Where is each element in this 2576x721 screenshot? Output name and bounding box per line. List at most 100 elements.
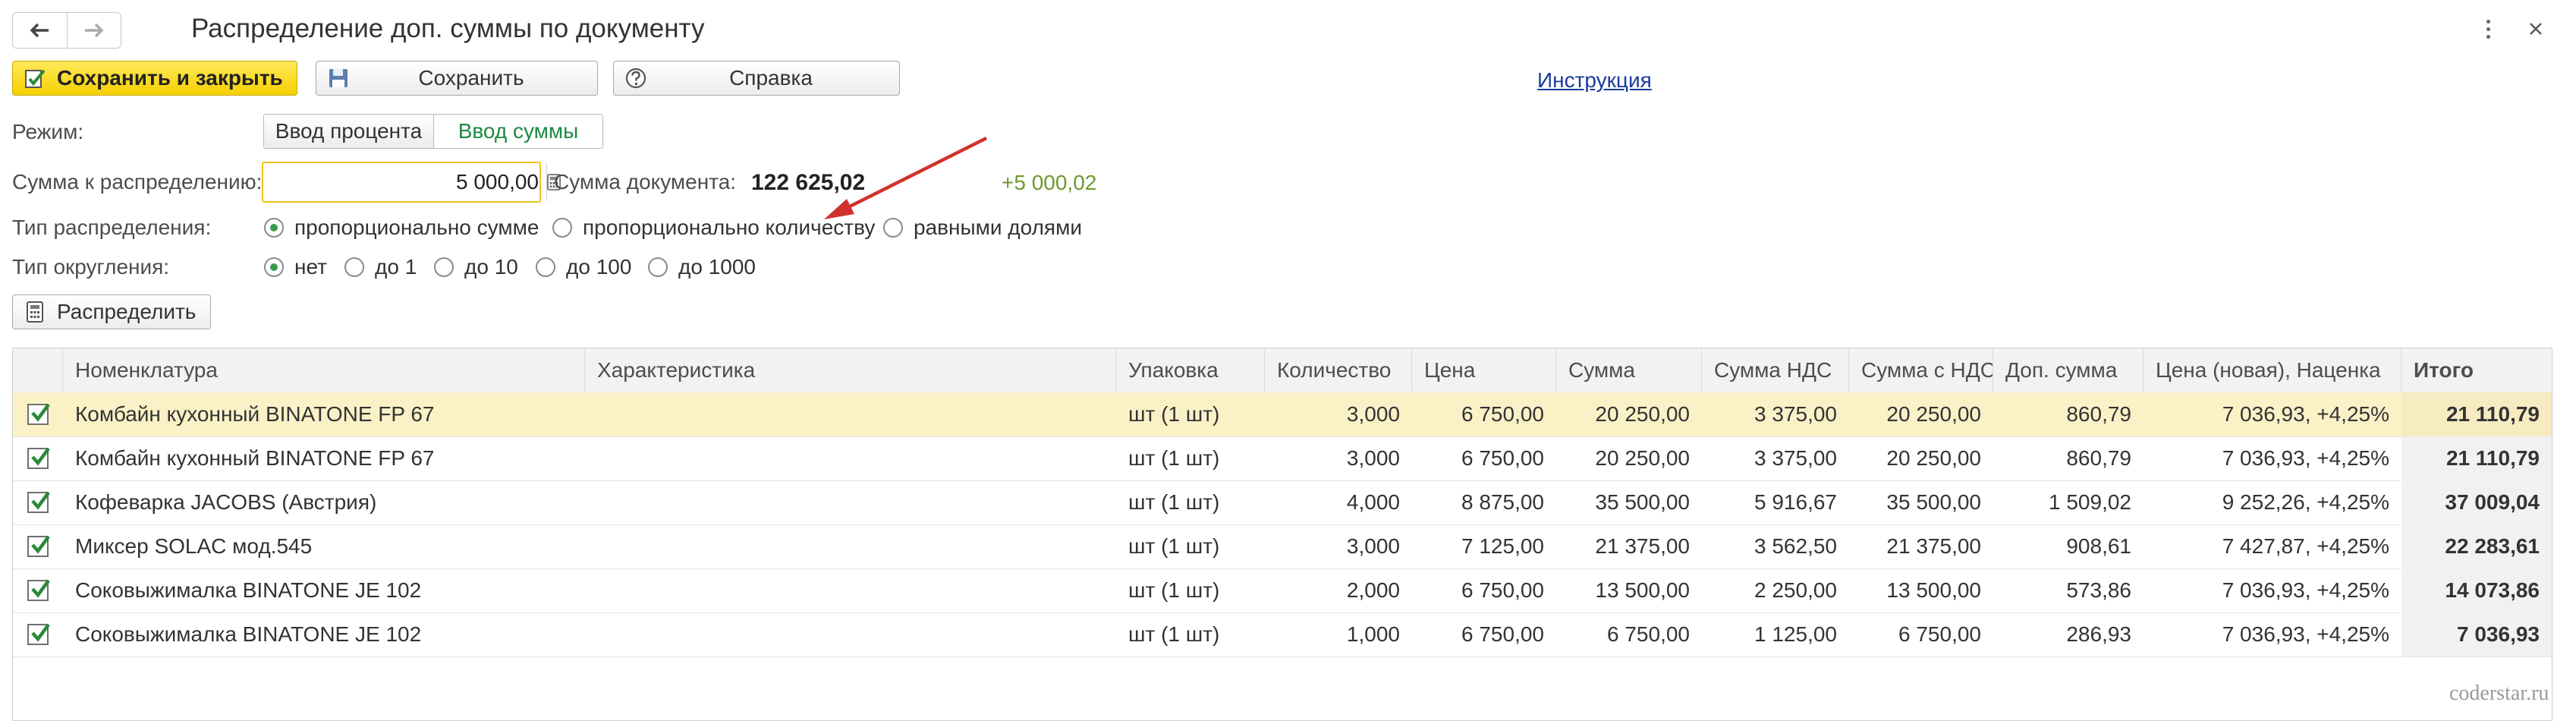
radio-label: до 1 bbox=[375, 255, 417, 279]
help-button[interactable]: Справка bbox=[613, 61, 900, 96]
quantity-cell: 2,000 bbox=[1346, 578, 1400, 602]
column-header-nomenclature[interactable]: Номенклатура bbox=[63, 348, 585, 392]
extra-sum-cell: 860,79 bbox=[2066, 446, 2131, 470]
row-checkbox[interactable] bbox=[27, 579, 50, 601]
row-checkbox[interactable] bbox=[27, 403, 50, 425]
column-header-quantity[interactable]: Количество bbox=[1265, 348, 1412, 392]
column-header-sum-with-vat[interactable]: Сумма с НДС bbox=[1849, 348, 1993, 392]
radio-label: до 100 bbox=[566, 255, 632, 279]
sum-with-vat-cell: 20 250,00 bbox=[1886, 446, 1981, 470]
checkmark-icon bbox=[31, 535, 50, 554]
sum-cell: 20 250,00 bbox=[1595, 402, 1690, 426]
quantity-cell: 3,000 bbox=[1346, 446, 1400, 470]
row-checkbox[interactable] bbox=[27, 447, 50, 469]
forward-button[interactable] bbox=[66, 13, 121, 48]
row-checkbox-cell bbox=[13, 568, 63, 612]
radio-label: до 10 bbox=[464, 255, 518, 279]
extra-sum-cell: 860,79 bbox=[2066, 402, 2131, 426]
new-price-cell: 7 036,93, +4,25% bbox=[2222, 446, 2389, 470]
total-cell: 7 036,93 bbox=[2401, 612, 2552, 656]
characteristic-cell bbox=[585, 612, 1116, 656]
quantity-cell: 3,000 bbox=[1346, 402, 1400, 426]
column-header-price[interactable]: Цена bbox=[1412, 348, 1556, 392]
close-icon[interactable] bbox=[2521, 14, 2551, 44]
sum-input[interactable] bbox=[263, 163, 546, 201]
save-button[interactable]: Сохранить bbox=[316, 61, 598, 96]
radio-empty-icon bbox=[434, 257, 454, 277]
history-navigation bbox=[12, 12, 121, 49]
characteristic-cell bbox=[585, 436, 1116, 480]
sum-input-wrapper bbox=[262, 162, 561, 203]
save-and-close-button[interactable]: Сохранить и закрыть bbox=[12, 61, 297, 96]
table-row[interactable]: Комбайн кухонный BINATONE FP 67 шт (1 шт)… bbox=[13, 436, 2552, 481]
mode-percent-option[interactable]: Ввод процента bbox=[264, 115, 434, 148]
column-header-characteristic[interactable]: Характеристика bbox=[585, 348, 1116, 392]
watermark: coderstar.ru bbox=[2449, 682, 2549, 705]
rounding-option-1[interactable]: до 1 bbox=[344, 253, 417, 281]
column-header-extra-sum[interactable]: Доп. сумма bbox=[1993, 348, 2144, 392]
characteristic-cell bbox=[585, 480, 1116, 524]
price-cell: 6 750,00 bbox=[1461, 622, 1544, 646]
new-price-cell: 7 036,93, +4,25% bbox=[2222, 402, 2389, 426]
distribution-option-by-sum[interactable]: пропорционально сумме bbox=[264, 214, 539, 241]
sum-with-vat-cell: 13 500,00 bbox=[1886, 578, 1981, 602]
table-row[interactable]: Соковыжималка BINATONE JE 102 шт (1 шт) 2,… bbox=[13, 568, 2552, 613]
sum-cell: 21 375,00 bbox=[1595, 534, 1690, 558]
rounding-option-1000[interactable]: до 1000 bbox=[648, 253, 756, 281]
radio-empty-icon bbox=[536, 257, 555, 277]
rounding-option-none[interactable]: нет bbox=[264, 253, 327, 281]
rounding-option-10[interactable]: до 10 bbox=[434, 253, 518, 281]
table-row[interactable]: Комбайн кухонный BINATONE FP 67 шт (1 шт)… bbox=[13, 392, 2552, 437]
rounding-option-100[interactable]: до 100 bbox=[536, 253, 631, 281]
dialog-window: Распределение доп. суммы по документу Со… bbox=[0, 0, 2576, 721]
sum-with-vat-cell: 20 250,00 bbox=[1886, 402, 1981, 426]
radio-label: пропорционально сумме bbox=[294, 216, 539, 239]
radio-selected-icon bbox=[264, 257, 284, 277]
total-cell: 14 073,86 bbox=[2401, 568, 2552, 612]
nomenclature-cell: Миксер SOLAC мод.545 bbox=[75, 534, 313, 558]
column-header-total[interactable]: Итого bbox=[2401, 348, 2552, 392]
characteristic-cell bbox=[585, 524, 1116, 568]
quantity-cell: 3,000 bbox=[1346, 534, 1400, 558]
save-label: Сохранить bbox=[418, 66, 524, 90]
radio-empty-icon bbox=[648, 257, 668, 277]
row-checkbox-cell bbox=[13, 480, 63, 524]
distribute-button[interactable]: Распределить bbox=[12, 294, 211, 329]
radio-label: до 1000 bbox=[678, 255, 756, 279]
column-header-sum[interactable]: Сумма bbox=[1556, 348, 1702, 392]
column-header-vat-sum[interactable]: Сумма НДС bbox=[1702, 348, 1849, 392]
column-header-new-price[interactable]: Цена (новая), Наценка bbox=[2144, 348, 2401, 392]
table-row[interactable]: Соковыжималка BINATONE JE 102 шт (1 шт) 1,… bbox=[13, 612, 2552, 657]
characteristic-cell bbox=[585, 568, 1116, 612]
sum-cell: 6 750,00 bbox=[1607, 622, 1690, 646]
nomenclature-cell: Комбайн кухонный BINATONE FP 67 bbox=[75, 446, 435, 470]
sum-cell: 13 500,00 bbox=[1595, 578, 1690, 602]
row-checkbox[interactable] bbox=[27, 491, 50, 513]
row-checkbox-cell bbox=[13, 612, 63, 656]
mode-switch: Ввод процента Ввод суммы bbox=[263, 114, 603, 149]
new-price-cell: 7 427,87, +4,25% bbox=[2222, 534, 2389, 558]
new-price-cell: 9 252,26, +4,25% bbox=[2222, 490, 2389, 514]
back-button[interactable] bbox=[13, 13, 67, 48]
checkmark-icon bbox=[31, 579, 50, 598]
table-row[interactable]: Миксер SOLAC мод.545 шт (1 шт) 3,000 7 125,… bbox=[13, 524, 2552, 569]
calculator-icon bbox=[27, 301, 43, 323]
table-row[interactable]: Кофеварка JACOBS (Австрия) шт (1 шт) 4,000… bbox=[13, 480, 2552, 525]
column-header-package[interactable]: Упаковка bbox=[1116, 348, 1265, 392]
package-cell: шт (1 шт) bbox=[1128, 490, 1220, 514]
checkmark-icon bbox=[31, 623, 50, 642]
save-check-icon bbox=[25, 69, 46, 88]
instruction-link[interactable]: Инструкция bbox=[1537, 68, 1652, 93]
checkmark-icon bbox=[31, 403, 50, 422]
extra-sum-cell: 908,61 bbox=[2066, 534, 2131, 558]
row-checkbox[interactable] bbox=[27, 623, 50, 645]
column-header-check[interactable] bbox=[13, 348, 63, 392]
nomenclature-cell: Кофеварка JACOBS (Австрия) bbox=[75, 490, 377, 514]
mode-sum-option[interactable]: Ввод суммы bbox=[434, 115, 602, 148]
row-checkbox[interactable] bbox=[27, 535, 50, 557]
vat-sum-cell: 1 125,00 bbox=[1754, 622, 1837, 646]
package-cell: шт (1 шт) bbox=[1128, 446, 1220, 470]
vat-sum-cell: 2 250,00 bbox=[1754, 578, 1837, 602]
more-vertical-icon[interactable] bbox=[2478, 15, 2498, 43]
sum-label: Сумма к распределению: bbox=[12, 170, 263, 194]
